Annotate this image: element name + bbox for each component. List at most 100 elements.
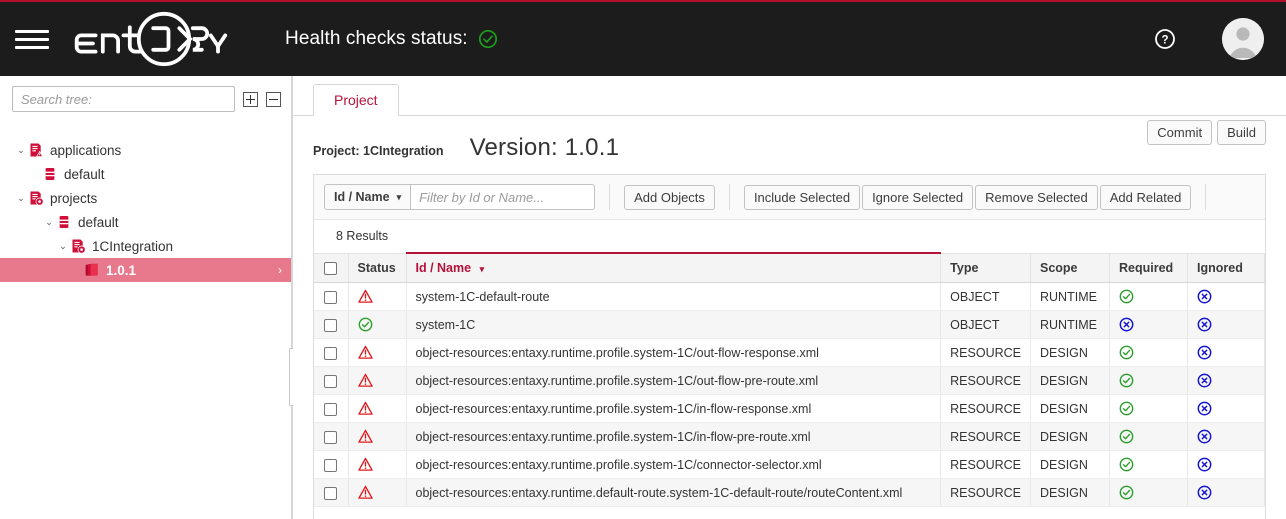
required-cell[interactable]	[1110, 395, 1188, 423]
row-select-cell[interactable]	[314, 339, 348, 367]
expand-all-icon[interactable]	[243, 92, 258, 107]
user-avatar-icon[interactable]	[1222, 18, 1264, 60]
tree-node-1cintegration[interactable]: ⌄ 1CIntegration	[0, 234, 291, 258]
ignored-no-icon[interactable]	[1197, 345, 1212, 360]
table-row[interactable]: object-resources:entaxy.runtime.profile.…	[314, 339, 1265, 367]
idname-cell[interactable]: object-resources:entaxy.runtime.default-…	[406, 479, 941, 507]
chevron-right-icon[interactable]: ›	[278, 263, 282, 277]
required-yes-icon[interactable]	[1119, 429, 1134, 444]
table-row[interactable]: object-resources:entaxy.runtime.profile.…	[314, 367, 1265, 395]
tree-node-projects[interactable]: ⌄ projects	[0, 186, 291, 210]
collapse-all-icon[interactable]	[266, 92, 281, 107]
add-related-button[interactable]: Add Related	[1100, 185, 1192, 210]
ignored-no-icon[interactable]	[1197, 401, 1212, 416]
search-tree-input[interactable]	[12, 86, 235, 112]
row-select-cell[interactable]	[314, 367, 348, 395]
row-select-cell[interactable]	[314, 283, 348, 311]
chevron-down-icon[interactable]: ⌄	[14, 146, 28, 155]
required-cell[interactable]	[1110, 423, 1188, 451]
idname-cell[interactable]: system-1C-default-route	[406, 283, 941, 311]
table-row[interactable]: object-resources:entaxy.runtime.profile.…	[314, 423, 1265, 451]
required-yes-icon[interactable]	[1119, 401, 1134, 416]
ignored-cell[interactable]	[1188, 283, 1265, 311]
row-checkbox[interactable]	[324, 319, 337, 332]
add-objects-button[interactable]: Add Objects	[624, 185, 715, 210]
idname-cell[interactable]: object-resources:entaxy.runtime.profile.…	[406, 451, 941, 479]
ignored-no-icon[interactable]	[1197, 429, 1212, 444]
select-all-checkbox[interactable]	[324, 262, 337, 275]
idname-cell[interactable]: object-resources:entaxy.runtime.profile.…	[406, 423, 941, 451]
tree-node-applications-default[interactable]: default	[0, 162, 291, 186]
tree-node-version-1-0-1[interactable]: 1.0.1 ›	[0, 258, 291, 282]
table-row[interactable]: object-resources:entaxy.runtime.profile.…	[314, 451, 1265, 479]
idname-cell[interactable]: object-resources:entaxy.runtime.profile.…	[406, 367, 941, 395]
ignored-no-icon[interactable]	[1197, 485, 1212, 500]
entaxy-logo[interactable]	[65, 9, 245, 69]
row-checkbox[interactable]	[324, 347, 337, 360]
column-header-scope[interactable]: Scope	[1031, 253, 1110, 283]
required-cell[interactable]	[1110, 479, 1188, 507]
tab-project[interactable]: Project	[313, 84, 399, 116]
ignored-cell[interactable]	[1188, 479, 1265, 507]
column-header-status[interactable]: Status	[348, 253, 406, 283]
required-cell[interactable]	[1110, 339, 1188, 367]
required-cell[interactable]	[1110, 283, 1188, 311]
ignored-cell[interactable]	[1188, 367, 1265, 395]
required-yes-icon[interactable]	[1119, 485, 1134, 500]
column-header-idname[interactable]: Id / Name ▾	[406, 253, 941, 283]
required-yes-icon[interactable]	[1119, 457, 1134, 472]
tree-node-projects-default[interactable]: ⌄ default	[0, 210, 291, 234]
row-checkbox[interactable]	[324, 431, 337, 444]
ignored-cell[interactable]	[1188, 423, 1265, 451]
tree-node-applications[interactable]: ⌄ applications	[0, 138, 291, 162]
table-row[interactable]: system-1C-default-routeOBJECTRUNTIME	[314, 283, 1265, 311]
row-checkbox[interactable]	[324, 487, 337, 500]
ignore-selected-button[interactable]: Ignore Selected	[862, 185, 973, 210]
idname-cell[interactable]: object-resources:entaxy.runtime.profile.…	[406, 395, 941, 423]
ignored-no-icon[interactable]	[1197, 373, 1212, 388]
row-checkbox[interactable]	[324, 291, 337, 304]
idname-cell[interactable]: object-resources:entaxy.runtime.profile.…	[406, 339, 941, 367]
column-header-required[interactable]: Required	[1110, 253, 1188, 283]
build-button[interactable]: Build	[1217, 120, 1266, 145]
row-checkbox[interactable]	[324, 403, 337, 416]
required-yes-icon[interactable]	[1119, 345, 1134, 360]
ignored-no-icon[interactable]	[1197, 317, 1212, 332]
required-yes-icon[interactable]	[1119, 289, 1134, 304]
row-select-cell[interactable]	[314, 451, 348, 479]
select-all-header[interactable]	[314, 253, 348, 283]
required-cell[interactable]	[1110, 451, 1188, 479]
row-checkbox[interactable]	[324, 459, 337, 472]
row-select-cell[interactable]	[314, 423, 348, 451]
table-row[interactable]: system-1COBJECTRUNTIME	[314, 311, 1265, 339]
chevron-down-icon[interactable]: ⌄	[42, 218, 56, 227]
help-circle-icon[interactable]: ?	[1154, 28, 1176, 50]
commit-button[interactable]: Commit	[1147, 120, 1212, 145]
row-select-cell[interactable]	[314, 479, 348, 507]
row-select-cell[interactable]	[314, 311, 348, 339]
required-no-icon[interactable]	[1119, 317, 1134, 332]
filter-field-select[interactable]: Id / Name ▾	[324, 184, 410, 210]
ignored-cell[interactable]	[1188, 339, 1265, 367]
ignored-cell[interactable]	[1188, 451, 1265, 479]
idname-cell[interactable]: system-1C	[406, 311, 941, 339]
row-select-cell[interactable]	[314, 395, 348, 423]
chevron-down-icon[interactable]: ⌄	[14, 194, 28, 203]
table-row[interactable]: object-resources:entaxy.runtime.default-…	[314, 479, 1265, 507]
table-row[interactable]: object-resources:entaxy.runtime.profile.…	[314, 395, 1265, 423]
ignored-cell[interactable]	[1188, 311, 1265, 339]
required-cell[interactable]	[1110, 311, 1188, 339]
ignored-no-icon[interactable]	[1197, 289, 1212, 304]
filter-input[interactable]	[410, 184, 595, 210]
include-selected-button[interactable]: Include Selected	[744, 185, 860, 210]
remove-selected-button[interactable]: Remove Selected	[975, 185, 1098, 210]
hamburger-menu-icon[interactable]	[15, 24, 49, 54]
column-header-ignored[interactable]: Ignored	[1188, 253, 1265, 283]
ignored-no-icon[interactable]	[1197, 457, 1212, 472]
required-cell[interactable]	[1110, 367, 1188, 395]
required-yes-icon[interactable]	[1119, 373, 1134, 388]
column-header-type[interactable]: Type	[941, 253, 1031, 283]
chevron-down-icon[interactable]: ⌄	[56, 242, 70, 251]
ignored-cell[interactable]	[1188, 395, 1265, 423]
row-checkbox[interactable]	[324, 375, 337, 388]
